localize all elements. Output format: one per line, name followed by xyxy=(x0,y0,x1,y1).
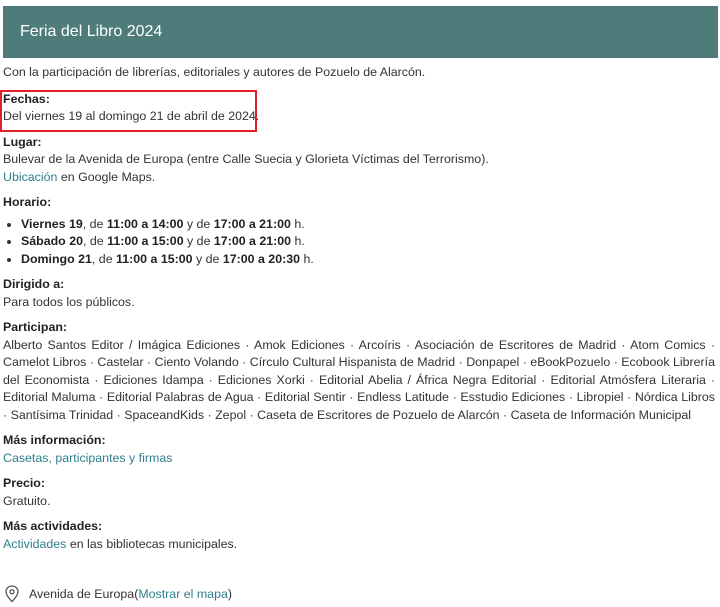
participan-label: Participan: xyxy=(3,320,68,334)
ubicacion-link[interactable]: Ubicación xyxy=(3,170,57,184)
horario-list: Viernes 19, de 11:00 a 14:00 y de 17:00 … xyxy=(3,216,715,269)
actividades-link[interactable]: Actividades xyxy=(3,537,66,551)
horario-time: 17:00 a 21:00 xyxy=(213,234,292,248)
lugar-map-suffix: en Google Maps. xyxy=(57,169,156,184)
horario-item: Viernes 19, de 11:00 a 14:00 y de 17:00 … xyxy=(21,216,715,234)
event-details: Con la participación de librerías, edito… xyxy=(3,64,715,553)
horario-text: h. xyxy=(300,251,314,266)
horario-day: Sábado 20 xyxy=(21,234,83,248)
horario-time: 17:00 a 20:30 xyxy=(222,251,301,266)
horario-time: 11:00 a 15:00 xyxy=(116,251,193,266)
section-mas-actividades: Más actividades: Actividades en las bibl… xyxy=(3,518,715,553)
horario-text: , de xyxy=(82,216,107,231)
section-horario: Horario: Viernes 19, de 11:00 a 14:00 y … xyxy=(3,194,715,268)
horario-text: y de xyxy=(192,251,223,266)
intro-text: Con la participación de librerías, edito… xyxy=(3,65,426,79)
lugar-map-line: Ubicación en Google Maps. xyxy=(3,169,715,187)
horario-time: 11:00 a 14:00 xyxy=(106,216,184,231)
location-paren-close: ) xyxy=(227,587,232,601)
horario-time: 17:00 a 21:00 xyxy=(213,216,291,231)
horario-time: 11:00 a 15:00 xyxy=(107,234,184,248)
horario-text: h. xyxy=(290,216,305,231)
mas-actividades-suffix: en las bibliotecas municipales. xyxy=(66,536,238,551)
section-participan: Participan: Alberto Santos Editor / Imág… xyxy=(3,319,715,424)
map-pin-icon xyxy=(5,585,19,603)
location-place: Avenida de Europa xyxy=(29,587,135,601)
mas-actividades-line: Actividades en las bibliotecas municipal… xyxy=(3,536,715,554)
horario-text: h. xyxy=(291,234,305,248)
dirigido-label: Dirigido a: xyxy=(3,277,65,291)
horario-text: y de xyxy=(183,234,214,248)
horario-text: , de xyxy=(91,251,117,266)
precio-value: Gratuito. xyxy=(3,493,51,508)
horario-text: y de xyxy=(183,216,214,231)
show-map-link[interactable]: Mostrar el mapa xyxy=(138,587,228,601)
section-fechas: Fechas: Del viernes 19 al domingo 21 de … xyxy=(3,91,715,126)
section-mas-info: Más información: Casetas, participantes … xyxy=(3,432,715,467)
horario-label: Horario: xyxy=(3,195,52,209)
horario-day: Viernes 19 xyxy=(21,216,83,231)
fechas-value: Del viernes 19 al domingo 21 de abril de… xyxy=(3,109,260,123)
horario-text: , de xyxy=(82,234,108,248)
lugar-value: Bulevar de la Avenida de Europa (entre C… xyxy=(3,152,489,166)
horario-day: Domingo 21 xyxy=(21,251,92,266)
location-row: Avenida de Europa (Mostrar el mapa) xyxy=(4,585,232,603)
dirigido-value: Para todos los públicos. xyxy=(3,294,135,309)
horario-item: Domingo 21, de 11:00 a 15:00 y de 17:00 … xyxy=(21,251,715,269)
section-lugar: Lugar: Bulevar de la Avenida de Europa (… xyxy=(3,134,715,187)
precio-label: Precio: xyxy=(3,476,46,490)
page-header: Feria del Libro 2024 xyxy=(3,6,718,58)
page-title: Feria del Libro 2024 xyxy=(20,23,163,40)
lugar-label: Lugar: xyxy=(3,134,42,149)
mas-actividades-label: Más actividades: xyxy=(3,519,103,533)
participan-value: Alberto Santos Editor / Imágica Edicione… xyxy=(3,337,715,422)
fechas-label: Fechas: xyxy=(3,91,50,106)
casetas-link[interactable]: Casetas, participantes y firmas xyxy=(3,451,172,465)
section-dirigido: Dirigido a: Para todos los públicos. xyxy=(3,276,715,311)
mas-info-label: Más información: xyxy=(3,433,106,447)
horario-item: Sábado 20, de 11:00 a 15:00 y de 17:00 a… xyxy=(21,233,715,251)
section-precio: Precio: Gratuito. xyxy=(3,475,715,510)
